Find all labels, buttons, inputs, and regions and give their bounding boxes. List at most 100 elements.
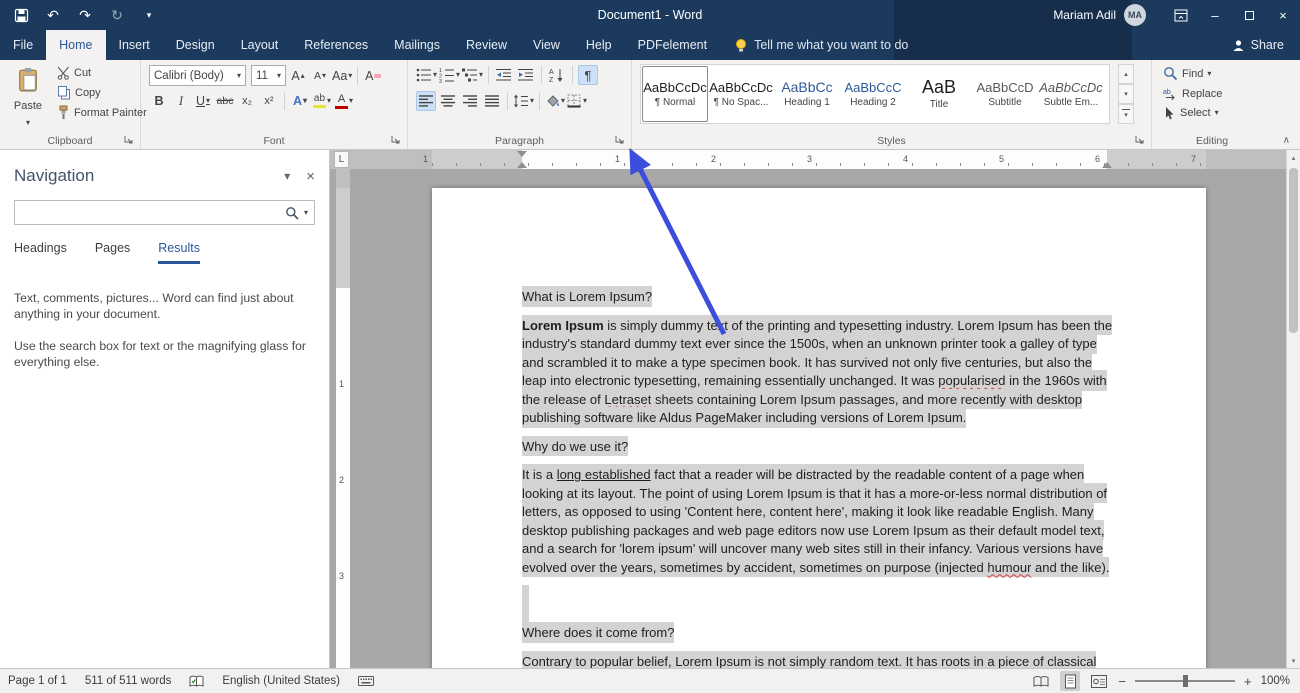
- paragraph-body[interactable]: It is a long established fact that a rea…: [522, 466, 1116, 577]
- format-painter-button[interactable]: Format Painter: [54, 104, 150, 121]
- paragraph-heading[interactable]: What is Lorem Ipsum?: [522, 288, 1116, 307]
- v-ruler[interactable]: 123: [336, 169, 350, 668]
- scroll-up-arrow-icon[interactable]: ▴: [1287, 150, 1300, 165]
- navigation-close-button[interactable]: ×: [306, 168, 315, 185]
- vertical-scrollbar[interactable]: ▴ ▾: [1286, 150, 1300, 668]
- multilevel-list-button[interactable]: ▾: [462, 65, 483, 85]
- tab-view[interactable]: View: [520, 30, 573, 60]
- page-indicator[interactable]: Page 1 of 1: [8, 675, 67, 687]
- zoom-slider-thumb[interactable]: [1183, 675, 1188, 687]
- font-color-button[interactable]: A▾: [334, 91, 354, 111]
- nav-tab-headings[interactable]: Headings: [14, 241, 67, 264]
- gallery-scroll-down-button[interactable]: ▾: [1118, 84, 1134, 104]
- shading-button[interactable]: ▾: [545, 91, 565, 111]
- copy-button[interactable]: Copy: [54, 84, 150, 101]
- align-center-button[interactable]: [438, 91, 458, 111]
- tab-layout[interactable]: Layout: [228, 30, 292, 60]
- justify-button[interactable]: [482, 91, 502, 111]
- tab-stop-selector[interactable]: L: [334, 151, 349, 168]
- tab-insert[interactable]: Insert: [106, 30, 163, 60]
- font-dialog-launcher[interactable]: [390, 134, 402, 146]
- left-indent-marker[interactable]: [517, 157, 527, 168]
- replace-button[interactable]: ab Replace: [1160, 86, 1225, 101]
- zoom-slider[interactable]: [1135, 674, 1235, 688]
- collapse-ribbon-button[interactable]: ∧: [1283, 135, 1290, 146]
- user-name[interactable]: Mariam Adil: [1053, 8, 1116, 22]
- borders-button[interactable]: ▾: [567, 91, 587, 111]
- style-heading-1[interactable]: AaBbCcHeading 1: [774, 66, 840, 122]
- keyboard-button[interactable]: [358, 675, 374, 687]
- increase-indent-button[interactable]: [516, 65, 536, 85]
- font-name-combobox[interactable]: Calibri (Body) ▾: [149, 65, 246, 86]
- tab-mailings[interactable]: Mailings: [381, 30, 453, 60]
- search-options-caret-icon[interactable]: ▾: [304, 209, 308, 217]
- find-button[interactable]: Find ▾: [1160, 65, 1225, 82]
- zoom-out-button[interactable]: −: [1118, 674, 1126, 689]
- style-title[interactable]: AaBTitle: [906, 66, 972, 122]
- cut-button[interactable]: Cut: [54, 65, 150, 81]
- change-case-button[interactable]: Aa▾: [332, 66, 352, 86]
- paragraph-heading[interactable]: Why do we use it?: [522, 438, 1116, 457]
- align-left-button[interactable]: [416, 91, 436, 111]
- h-ruler[interactable]: 12345671: [330, 150, 1286, 169]
- scroll-down-arrow-icon[interactable]: ▾: [1287, 653, 1300, 668]
- proofing-status-button[interactable]: [189, 675, 204, 688]
- navigation-search-input[interactable]: [21, 206, 285, 220]
- decrease-indent-button[interactable]: [494, 65, 514, 85]
- restore-button[interactable]: [1232, 0, 1266, 30]
- paste-button[interactable]: Paste ▾: [7, 64, 49, 130]
- nav-tab-results[interactable]: Results: [158, 241, 200, 264]
- style-subtle-em[interactable]: AaBbCcDcSubtle Em...: [1038, 66, 1104, 122]
- document-page[interactable]: What is Lorem Ipsum? Lorem Ipsum is simpl…: [432, 188, 1206, 668]
- save-button[interactable]: [12, 6, 30, 24]
- tab-help[interactable]: Help: [573, 30, 625, 60]
- zoom-level[interactable]: 100%: [1261, 675, 1290, 687]
- styles-dialog-launcher[interactable]: [1134, 134, 1146, 146]
- gallery-scroll-up-button[interactable]: ▴: [1118, 64, 1134, 84]
- align-right-button[interactable]: [460, 91, 480, 111]
- nav-tab-pages[interactable]: Pages: [95, 241, 130, 264]
- shrink-font-button[interactable]: A▾: [310, 66, 330, 86]
- scrollbar-thumb[interactable]: [1289, 168, 1298, 333]
- read-mode-button[interactable]: [1031, 671, 1051, 691]
- search-icon[interactable]: [285, 206, 299, 220]
- tab-references[interactable]: References: [291, 30, 381, 60]
- line-spacing-button[interactable]: ▾: [513, 91, 534, 111]
- clear-formatting-button[interactable]: A: [363, 66, 383, 86]
- ribbon-display-options-button[interactable]: [1164, 0, 1198, 30]
- navigation-options-caret-icon[interactable]: ▾: [284, 169, 290, 183]
- paragraph-heading[interactable]: Where does it come from?: [522, 624, 1116, 643]
- bullets-button[interactable]: ▾: [416, 65, 437, 85]
- bold-button[interactable]: B: [149, 91, 169, 111]
- tab-design[interactable]: Design: [163, 30, 228, 60]
- web-layout-button[interactable]: [1089, 671, 1109, 691]
- paragraph-body[interactable]: Contrary to popular belief, Lorem Ipsum …: [522, 653, 1116, 669]
- gallery-more-button[interactable]: ▾: [1118, 104, 1134, 124]
- style-normal[interactable]: AaBbCcDc¶ Normal: [642, 66, 708, 122]
- highlight-color-button[interactable]: ab▾: [312, 91, 332, 111]
- font-size-combobox[interactable]: 11 ▾: [251, 65, 286, 86]
- paragraph-body[interactable]: Lorem Ipsum is simply dummy text of the …: [522, 317, 1116, 428]
- underline-button[interactable]: U▾: [193, 91, 213, 111]
- style-heading-2[interactable]: AaBbCcCHeading 2: [840, 66, 906, 122]
- print-layout-button[interactable]: [1060, 671, 1080, 691]
- grow-font-button[interactable]: A▴: [288, 66, 308, 86]
- text-effects-button[interactable]: A▾: [290, 91, 310, 111]
- tab-file[interactable]: File: [0, 30, 46, 60]
- subscript-button[interactable]: x₂: [237, 91, 257, 111]
- style-subtitle[interactable]: AaBbCcDSubtitle: [972, 66, 1038, 122]
- close-button[interactable]: ×: [1266, 0, 1300, 30]
- paragraph-dialog-launcher[interactable]: [614, 134, 626, 146]
- share-button[interactable]: Share: [1216, 30, 1300, 60]
- zoom-in-button[interactable]: +: [1244, 674, 1252, 689]
- avatar[interactable]: MA: [1124, 4, 1146, 26]
- minimize-button[interactable]: –: [1198, 0, 1232, 30]
- undo-button[interactable]: ↶: [44, 6, 62, 24]
- right-indent-marker[interactable]: [1102, 157, 1112, 168]
- style-no-spac[interactable]: AaBbCcDc¶ No Spac...: [708, 66, 774, 122]
- tell-me-box[interactable]: Tell me what you want to do: [734, 30, 908, 60]
- customize-quick-access-button[interactable]: ▾: [140, 6, 158, 24]
- strikethrough-button[interactable]: abc: [215, 91, 235, 111]
- redo-button[interactable]: ↷: [76, 6, 94, 24]
- italic-button[interactable]: I: [171, 91, 191, 111]
